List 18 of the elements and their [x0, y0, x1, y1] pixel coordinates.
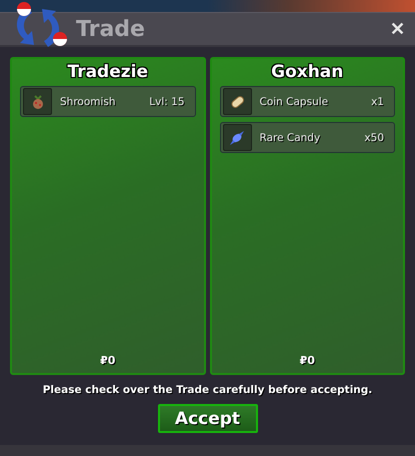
money-amount: ₽0 — [300, 354, 315, 367]
trade-item-row[interactable]: Rare Candy x50 — [220, 122, 395, 153]
item-name: Shroomish — [60, 96, 116, 108]
item-detail: Lvl: 15 — [149, 96, 184, 108]
trade-item-row[interactable]: Shroomish Lvl: 15 — [20, 86, 196, 117]
window-title: Trade — [76, 16, 146, 42]
close-button[interactable]: ✕ — [388, 18, 407, 40]
notice-text: Please check over the Trade carefully before accepting. — [42, 384, 374, 396]
player-name: Goxhan — [271, 62, 344, 82]
accept-button[interactable]: Accept — [158, 404, 258, 433]
candy-icon — [228, 128, 246, 146]
item-detail: x1 — [371, 96, 384, 108]
item-detail: x50 — [364, 132, 384, 144]
money-amount: ₽0 — [100, 354, 116, 367]
trade-item-row[interactable]: Coin Capsule x1 — [220, 86, 395, 117]
item-name: Rare Candy — [260, 132, 320, 144]
item-name: Coin Capsule — [260, 96, 328, 108]
player-name: Tradezie — [67, 62, 148, 82]
